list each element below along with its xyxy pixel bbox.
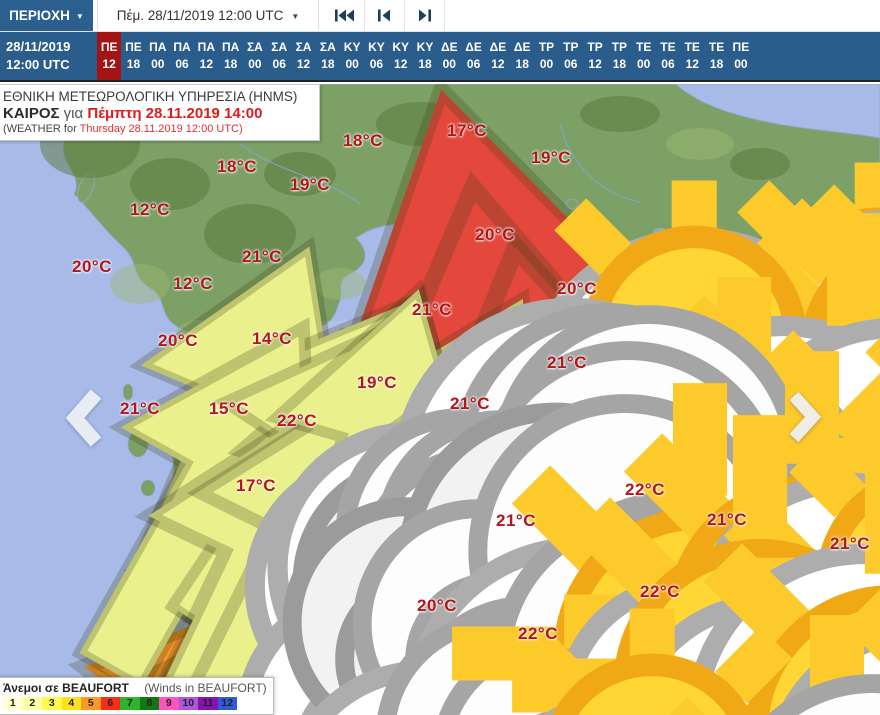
temperature-label: 22°C bbox=[518, 624, 558, 643]
time-step-cell[interactable]: ΠΕ 18 bbox=[121, 32, 145, 80]
time-step-cell[interactable]: ΤΕ 00 bbox=[632, 32, 656, 80]
pan-left-button[interactable] bbox=[60, 386, 108, 455]
time-step-cell[interactable]: ΔΕ 06 bbox=[461, 32, 485, 80]
step-forward-icon bbox=[419, 9, 431, 22]
temperature-label: 21°C bbox=[412, 300, 452, 319]
step-forward-button[interactable] bbox=[405, 0, 445, 31]
time-step-cell[interactable]: ΣΑ 06 bbox=[267, 32, 291, 80]
forecast-title-en: (WEATHER for Thursday 28.11.2019 12:00 U… bbox=[3, 123, 243, 135]
beaufort-scale-cell: 7 bbox=[120, 697, 140, 710]
beaufort-scale-cell: 5 bbox=[81, 697, 101, 710]
temperature-label: 21°C bbox=[707, 510, 747, 529]
temperature-label: 15°C bbox=[209, 399, 249, 418]
time-step-cell[interactable]: ΠΕ 12 bbox=[97, 32, 122, 80]
beaufort-scale-cell: 4 bbox=[61, 697, 81, 710]
time-step-cell[interactable]: ΚΥ 06 bbox=[364, 32, 388, 80]
time-step-cell[interactable]: ΤΕ 12 bbox=[680, 32, 704, 80]
time-step-cell[interactable]: ΣΑ 12 bbox=[291, 32, 315, 80]
temperature-label: 21°C bbox=[496, 511, 536, 530]
time-step-cell[interactable]: ΚΥ 00 bbox=[340, 32, 364, 80]
beaufort-scale: 1 2 3 4 5 6 7 8 9 10 11 12 bbox=[3, 697, 267, 710]
temperature-label: 12°C bbox=[130, 200, 170, 219]
temperature-label: 22°C bbox=[625, 480, 665, 499]
beaufort-scale-cell: 9 bbox=[159, 697, 179, 710]
time-step-cell[interactable]: ΤΡ 12 bbox=[583, 32, 607, 80]
time-step-cell[interactable]: ΠΑ 06 bbox=[170, 32, 194, 80]
time-step-cell[interactable]: ΚΥ 18 bbox=[413, 32, 437, 80]
temperature-label: 12°C bbox=[173, 274, 213, 293]
beaufort-scale-cell: 12 bbox=[217, 697, 237, 710]
temperature-label: 19°C bbox=[357, 373, 397, 392]
temperature-label: 21°C bbox=[242, 247, 282, 266]
agency-name: ΕΘΝΙΚΗ ΜΕΤΕΩΡΟΛΟΓΙΚΗ ΥΠΗΡΕΣΙΑ (HNMS) bbox=[3, 89, 298, 104]
temperature-label: 22°C bbox=[277, 411, 317, 430]
temperature-label: 21°C bbox=[120, 399, 160, 418]
time-step-cell[interactable]: ΣΑ 00 bbox=[243, 32, 267, 80]
time-step-cell[interactable]: ΚΥ 12 bbox=[389, 32, 413, 80]
forecast-title: ΚΑΙΡΟΣ για Πέμπτη 28.11.2019 14:00 bbox=[3, 105, 263, 122]
time-step-cell[interactable]: ΤΡ 06 bbox=[559, 32, 583, 80]
time-step-cell[interactable]: ΠΑ 18 bbox=[218, 32, 242, 80]
top-toolbar: ΠΕΡΙΟΧΗ ▼ Πέμ. 28/11/2019 12:00 UTC ▼ bbox=[0, 0, 880, 32]
temperature-label: 20°C bbox=[475, 225, 515, 244]
legend-title: Άνεμοι σε BEAUFORT (Winds in BEAUFORT) bbox=[3, 681, 267, 695]
chevron-down-icon: ▼ bbox=[291, 12, 300, 21]
time-step-cell[interactable]: ΔΕ 00 bbox=[437, 32, 461, 80]
chevron-right-icon bbox=[789, 391, 822, 443]
temperature-label: 19°C bbox=[531, 148, 571, 167]
beaufort-scale-cell: 6 bbox=[100, 697, 120, 710]
beaufort-scale-cell: 2 bbox=[22, 697, 42, 710]
time-step-cell[interactable]: ΤΕ 18 bbox=[704, 32, 728, 80]
beaufort-scale-cell: 10 bbox=[178, 697, 198, 710]
datetime-dropdown-label: Πέμ. 28/11/2019 12:00 UTC bbox=[116, 8, 284, 23]
time-step-cell[interactable]: ΠΑ 12 bbox=[194, 32, 218, 80]
region-dropdown-label: ΠΕΡΙΟΧΗ bbox=[9, 8, 70, 23]
time-step-cell[interactable]: ΤΡ 00 bbox=[534, 32, 558, 80]
temperature-label: 17°C bbox=[236, 476, 276, 495]
temperature-label: 19°C bbox=[290, 175, 330, 194]
temperature-label: 18°C bbox=[217, 157, 257, 176]
selected-datetime-label: 28/11/2019 12:00 UTC bbox=[6, 39, 71, 72]
forecast-info-box: ΕΘΝΙΚΗ ΜΕΤΕΩΡΟΛΟΓΙΚΗ ΥΠΗΡΕΣΙΑ (HNMS) ΚΑΙ… bbox=[0, 84, 320, 141]
datetime-dropdown[interactable]: Πέμ. 28/11/2019 12:00 UTC ▼ bbox=[97, 0, 319, 31]
region-dropdown-button[interactable]: ΠΕΡΙΟΧΗ ▼ bbox=[0, 0, 93, 31]
time-step-cell[interactable]: ΠΕ 00 bbox=[729, 32, 753, 80]
time-step-bar: 28/11/2019 12:00 UTC ΠΕ 12 ΠΕ 18 ΠΑ 00 ΠΑ 06 ΠΑ 1… bbox=[0, 32, 880, 82]
temperature-label: 20°C bbox=[557, 279, 597, 298]
time-step-cells: ΠΕ 12 ΠΕ 18 ΠΑ 00 ΠΑ 06 ΠΑ 12 ΠΑ 18 ΣΑ 00 ΣΑ 06 ΣΑ 12 ΣΑ 18… bbox=[97, 32, 753, 80]
temperature-label: 17°C bbox=[447, 121, 487, 140]
temperature-label: 20°C bbox=[72, 257, 112, 276]
skip-to-start-icon bbox=[334, 9, 354, 22]
beaufort-scale-cell: 11 bbox=[198, 697, 218, 710]
chevron-left-icon bbox=[65, 389, 102, 447]
chevron-down-icon: ▼ bbox=[75, 12, 84, 21]
temperature-label: 20°C bbox=[158, 331, 198, 350]
temperature-label: 14°C bbox=[252, 329, 292, 348]
temperature-label: 18°C bbox=[343, 131, 383, 150]
time-step-cell[interactable]: ΠΑ 00 bbox=[146, 32, 170, 80]
pan-right-button[interactable] bbox=[784, 390, 826, 449]
beaufort-scale-cell: 1 bbox=[3, 697, 23, 710]
beaufort-scale-cell: 8 bbox=[139, 697, 159, 710]
temperature-label: 20°C bbox=[417, 596, 457, 615]
temperature-label: 22°C bbox=[640, 582, 680, 601]
temperature-label: 21°C bbox=[450, 394, 490, 413]
time-step-cell[interactable]: ΔΕ 12 bbox=[486, 32, 510, 80]
time-step-cell[interactable]: ΣΑ 18 bbox=[316, 32, 340, 80]
temperature-label: 21°C bbox=[547, 353, 587, 372]
time-step-cell[interactable]: ΤΕ 06 bbox=[656, 32, 680, 80]
step-back-button[interactable] bbox=[365, 0, 405, 31]
time-step-cell[interactable]: ΤΡ 18 bbox=[607, 32, 631, 80]
beaufort-scale-cell: 3 bbox=[42, 697, 62, 710]
skip-to-start-button[interactable] bbox=[325, 0, 365, 31]
temperature-label: 21°C bbox=[830, 534, 870, 553]
time-step-cell[interactable]: ΔΕ 18 bbox=[510, 32, 534, 80]
step-back-icon bbox=[378, 9, 390, 22]
weather-map[interactable]: ΕΜΥ 18°C17°C19°C18°C19°C12°C20°C21°C20°C… bbox=[0, 84, 880, 715]
beaufort-legend: Άνεμοι σε BEAUFORT (Winds in BEAUFORT) 1… bbox=[0, 677, 274, 715]
